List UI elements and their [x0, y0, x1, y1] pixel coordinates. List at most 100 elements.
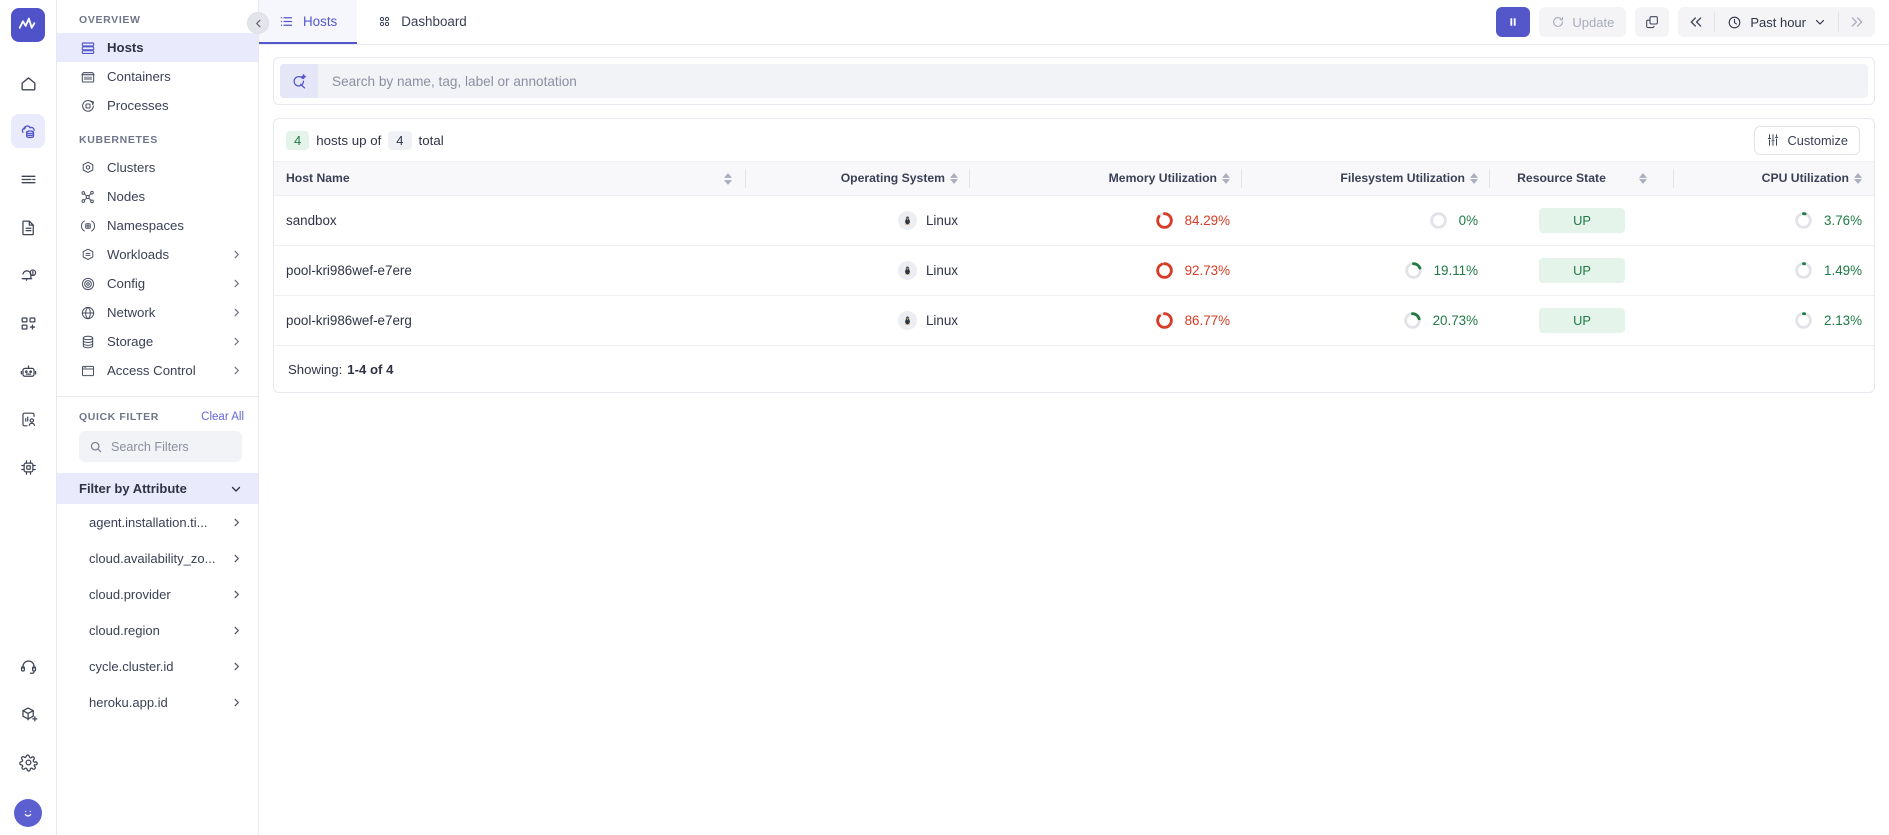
- main-area: Hosts Dashboard Update Past hour Search …: [259, 0, 1889, 835]
- chevron-right-icon: [231, 278, 242, 289]
- memory-gauge: [1155, 261, 1174, 280]
- column-header-host-name[interactable]: Host Name: [274, 162, 746, 196]
- rail-item-new-resource[interactable]: [11, 697, 45, 731]
- rail-item-alerts[interactable]: [11, 258, 45, 292]
- pause-button[interactable]: [1496, 7, 1531, 37]
- copy-button[interactable]: [1635, 7, 1670, 37]
- host-name-text: pool-kri986wef-e7erg: [286, 312, 412, 328]
- sidebar-item-workloads[interactable]: Workloads: [57, 240, 258, 269]
- hosts-summary-mid-text: hosts up of: [316, 132, 382, 148]
- filter-attribute-item[interactable]: cloud.provider: [57, 576, 258, 612]
- table-row[interactable]: sandbox Linux 84.29% 0% UP 3.76%: [274, 195, 1874, 245]
- rail-item-ai-assistant[interactable]: [11, 354, 45, 388]
- showing-range: 1-4 of 4: [347, 361, 394, 377]
- rail-item-traces[interactable]: [11, 210, 45, 244]
- tab-dashboard[interactable]: Dashboard: [357, 0, 487, 44]
- sidebar-item-network[interactable]: Network: [57, 298, 258, 327]
- gauge-donut: [1155, 261, 1173, 279]
- tab-hosts[interactable]: Hosts: [259, 0, 358, 44]
- sidebar-item-containers[interactable]: Containers: [57, 62, 258, 91]
- filter-attribute-item[interactable]: heroku.app.id: [57, 684, 258, 720]
- memory-value: 84.29%: [1184, 212, 1230, 228]
- sort-toggle[interactable]: [950, 172, 958, 185]
- icon-rail: [0, 0, 57, 835]
- rail-item-support[interactable]: [11, 649, 45, 683]
- search-input[interactable]: [318, 64, 1868, 98]
- sort-toggle[interactable]: [724, 173, 732, 185]
- sort-toggle[interactable]: [1470, 172, 1478, 185]
- brand-logo[interactable]: [11, 8, 45, 42]
- cell-host-name[interactable]: sandbox: [274, 195, 746, 245]
- user-avatar[interactable]: [14, 799, 42, 827]
- sort-toggle[interactable]: [1638, 172, 1647, 185]
- column-header-memory-utilization[interactable]: Memory Utilization: [970, 162, 1242, 196]
- filter-attribute-item[interactable]: cloud.region: [57, 612, 258, 648]
- time-range-selector[interactable]: Past hour: [1715, 7, 1838, 37]
- cpu-value: 1.49%: [1824, 262, 1862, 278]
- filter-attribute-label: heroku.app.id: [89, 694, 168, 710]
- sort-toggle[interactable]: [1854, 172, 1862, 185]
- cell-host-name[interactable]: pool-kri986wef-e7erg: [274, 295, 746, 345]
- filter-attribute-item[interactable]: agent.installation.ti...: [57, 504, 258, 540]
- chevron-right-icon: [231, 336, 242, 347]
- sidebar-item-processes[interactable]: Processes: [57, 91, 258, 120]
- gauge-donut: [1404, 261, 1422, 279]
- refresh-icon: [1551, 15, 1565, 29]
- cell-filesystem-utilization: 20.73%: [1242, 295, 1490, 345]
- sort-toggle[interactable]: [1222, 172, 1230, 185]
- customize-button[interactable]: Customize: [1753, 125, 1860, 155]
- sidebar-item-config[interactable]: Config: [57, 269, 258, 298]
- filter-search-box[interactable]: [79, 431, 242, 462]
- chevron-right-icon: [231, 517, 242, 528]
- search-row[interactable]: [280, 64, 1868, 98]
- column-header-resource-state[interactable]: Resource State: [1490, 162, 1674, 196]
- sidebar-item-storage[interactable]: Storage: [57, 327, 258, 356]
- linux-penguin-icon: [897, 310, 917, 330]
- search-card: [273, 57, 1875, 105]
- update-button[interactable]: Update: [1539, 7, 1627, 37]
- cell-cpu-utilization: 1.49%: [1674, 245, 1874, 295]
- rail-item-settings[interactable]: [11, 745, 45, 779]
- time-range-group: Past hour: [1678, 7, 1875, 37]
- nav-sections: OVERVIEW Hosts Containers Processes KUBE…: [57, 0, 258, 385]
- rail-item-home[interactable]: [11, 66, 45, 100]
- cpu-gauge: [1794, 261, 1813, 280]
- filter-by-attribute-header[interactable]: Filter by Attribute: [57, 473, 258, 504]
- sidebar-item-nodes[interactable]: Nodes: [57, 182, 258, 211]
- filter-attribute-item[interactable]: cycle.cluster.id: [57, 648, 258, 684]
- rail-item-integrations[interactable]: [11, 306, 45, 340]
- sidebar-item-label-network: Network: [107, 305, 156, 320]
- rail-item-infrastructure[interactable]: [11, 114, 45, 148]
- time-next-button[interactable]: [1839, 7, 1875, 37]
- table-row[interactable]: pool-kri986wef-e7ere Linux 92.73% 19.11% UP 1…: [274, 245, 1874, 295]
- memory-gauge: [1155, 311, 1174, 330]
- ai-search-icon[interactable]: [280, 64, 318, 98]
- sidebar-collapse-button[interactable]: [247, 12, 269, 34]
- hosts-stack-icon: [79, 39, 96, 56]
- hosts-total-count: 4: [388, 130, 412, 150]
- sidebar-item-namespaces[interactable]: Namespaces: [57, 211, 258, 240]
- cell-host-name[interactable]: pool-kri986wef-e7ere: [274, 245, 746, 295]
- cpu-gauge: [1794, 211, 1813, 230]
- update-button-label: Update: [1572, 14, 1615, 30]
- table-head: Host Name Operating System Memory Utiliz…: [274, 162, 1874, 196]
- sidebar-item-clusters[interactable]: Clusters: [57, 153, 258, 182]
- table-row[interactable]: pool-kri986wef-e7erg Linux 86.77% 20.73% UP 2…: [274, 295, 1874, 345]
- clear-all-link[interactable]: Clear All: [201, 411, 244, 423]
- rail-item-cpu-chip[interactable]: [11, 450, 45, 484]
- column-header-operating-system[interactable]: Operating System: [746, 162, 970, 196]
- tab-label-dashboard: Dashboard: [401, 13, 467, 29]
- memory-gauge: [1155, 211, 1174, 230]
- rail-item-logs[interactable]: [11, 162, 45, 196]
- sidebar-item-access-control[interactable]: Access Control: [57, 356, 258, 385]
- time-prev-button[interactable]: [1678, 7, 1714, 37]
- search-filters-input[interactable]: [111, 439, 232, 454]
- nav-section-label-overview: OVERVIEW: [79, 14, 141, 26]
- column-header-cpu-utilization[interactable]: CPU Utilization: [1674, 162, 1874, 196]
- column-header-filesystem-utilization[interactable]: Filesystem Utilization: [1242, 162, 1490, 196]
- column-label: Filesystem Utilization: [1340, 171, 1465, 186]
- rail-item-rum[interactable]: [11, 402, 45, 436]
- filter-attribute-item[interactable]: cloud.availability_zo...: [57, 540, 258, 576]
- sidebar-item-hosts[interactable]: Hosts: [57, 33, 258, 62]
